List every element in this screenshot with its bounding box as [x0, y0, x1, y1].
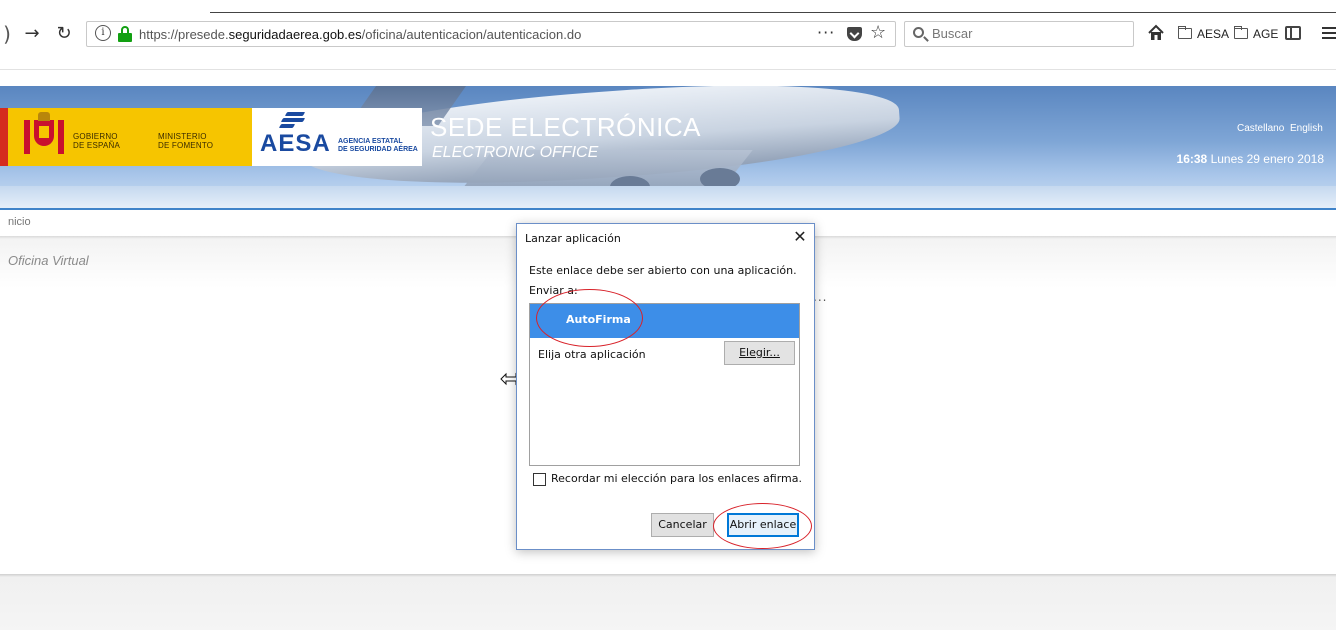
search-input[interactable]: Buscar	[904, 21, 1134, 47]
aesa-wings-icon	[278, 112, 306, 128]
footer	[0, 574, 1336, 630]
lang-english-link[interactable]: English	[1290, 123, 1323, 134]
highlight-ellipse-autofirma	[536, 289, 643, 347]
lang-castellano-link[interactable]: Castellano	[1237, 123, 1284, 134]
cancel-button[interactable]: Cancelar	[651, 513, 714, 537]
browser-toolbar: ) → ↻ i https://presede.seguridadaerea.g…	[0, 0, 1336, 70]
aesa-wordmark: AESA	[260, 130, 331, 157]
sidebar-icon[interactable]	[1285, 26, 1301, 40]
gobierno-text: GOBIERNO DE ESPAÑA	[73, 132, 120, 150]
page-actions-icon[interactable]: ···	[817, 23, 835, 42]
toolbar-divider	[0, 69, 1336, 70]
app-item-other[interactable]: Elija otra aplicación	[538, 348, 646, 361]
back-arrow-icon[interactable]: )	[0, 22, 14, 46]
bookmark-label: AGE	[1253, 27, 1279, 41]
gobierno-red-bar	[0, 108, 8, 166]
header-band	[0, 186, 1336, 210]
url-bar[interactable]: i https://presede.seguridadaerea.gob.es/…	[86, 21, 896, 47]
gobierno-logo[interactable]: GOBIERNO DE ESPAÑA MINISTERIO DE FOMENTO	[8, 108, 252, 166]
site-title: SEDE ELECTRÓNICA	[430, 112, 701, 142]
bookmark-star-icon[interactable]: ☆	[870, 22, 886, 43]
info-icon[interactable]: i	[95, 25, 111, 41]
bookmark-label: AESA	[1197, 27, 1230, 41]
home-icon[interactable]	[1147, 24, 1165, 42]
header-strip	[0, 208, 1336, 210]
choose-button[interactable]: Elegir...	[724, 341, 795, 365]
launch-app-dialog: Lanzar aplicación ✕ Este enlace debe ser…	[516, 223, 815, 550]
search-icon	[913, 27, 924, 38]
folder-icon	[1178, 26, 1192, 39]
coat-of-arms-icon	[24, 112, 64, 160]
menu-icon[interactable]	[1322, 26, 1336, 40]
pocket-icon[interactable]	[847, 27, 862, 41]
forward-arrow-icon[interactable]: →	[20, 22, 44, 46]
section-title: Oficina Virtual	[8, 253, 89, 268]
choose-button-label: Elegir...	[739, 346, 780, 359]
bookmark-age[interactable]: AGE	[1234, 26, 1280, 42]
aesa-logo[interactable]: AESA AGENCIA ESTATAL DE SEGURIDAD AÉREA	[252, 108, 422, 166]
reload-icon[interactable]: ↻	[52, 22, 76, 46]
highlight-ellipse-open-button	[713, 503, 812, 549]
url-text[interactable]: https://presede.seguridadaerea.gob.es/of…	[139, 26, 581, 43]
dialog-title: Lanzar aplicación	[525, 232, 621, 245]
close-icon[interactable]: ✕	[789, 227, 811, 249]
folder-icon	[1234, 26, 1248, 39]
site-header: GOBIERNO DE ESPAÑA MINISTERIO DE FOMENTO A…	[0, 86, 1336, 210]
breadcrumb[interactable]: nicio	[8, 216, 31, 228]
ministerio-text: MINISTERIO DE FOMENTO	[158, 132, 214, 150]
date-time: 16:38 Lunes 29 enero 2018	[1176, 152, 1324, 166]
lock-icon[interactable]	[118, 26, 132, 42]
loading-ellipsis: ...	[813, 290, 828, 304]
search-placeholder: Buscar	[932, 26, 973, 41]
dialog-message: Este enlace debe ser abierto con una apl…	[529, 264, 797, 277]
aesa-subtitle: AGENCIA ESTATAL DE SEGURIDAD AÉREA	[338, 138, 418, 153]
window-edge	[210, 12, 1336, 13]
site-subtitle: ELECTRONIC OFFICE	[432, 144, 599, 161]
remember-checkbox[interactable]	[533, 473, 546, 486]
remember-label: Recordar mi elección para los enlaces af…	[551, 472, 803, 485]
bookmark-aesa[interactable]: AESA	[1178, 26, 1230, 42]
